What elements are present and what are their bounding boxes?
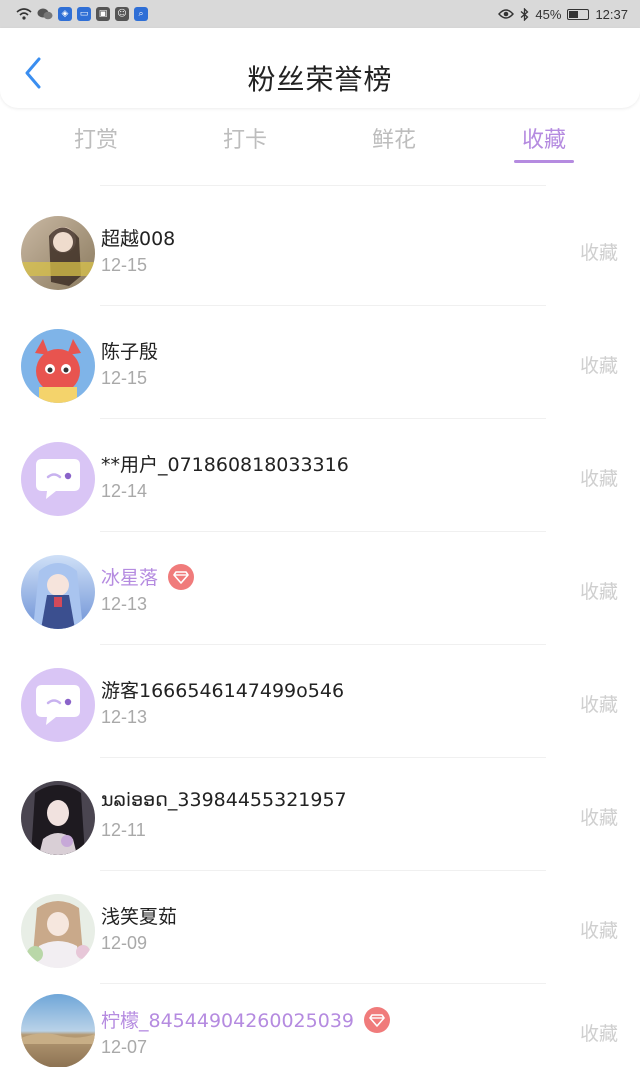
fan-name: 超越008 [101,228,176,250]
fan-date: 12-14 [101,481,148,501]
fan-action-label: 收藏 [579,1023,618,1045]
app-icon: ▭ [77,7,91,21]
fan-name: 冰星落 [101,563,195,590]
battery-percent: 45% [535,6,562,22]
tab-tips[interactable]: 打赏 [46,122,146,154]
default-chat-avatar-icon [36,459,80,499]
battery-icon [567,8,590,20]
avatar[interactable] [21,781,95,855]
list-item[interactable]: 游客1666546147499o546 12-13 收藏 [0,645,640,758]
fan-action-label: 收藏 [579,920,618,942]
fan-name-text: 冰星落 [101,567,159,589]
avatar[interactable] [21,216,95,290]
status-bar-system: 45% 12:37 [498,7,628,22]
avatar[interactable] [21,894,95,968]
fan-action-label: 收藏 [579,355,618,377]
list-item[interactable]: 浅笑夏茹 12-09 收藏 [0,871,640,984]
app-icon: ▣ [96,7,110,21]
search-app-icon: ⌕ [134,7,148,21]
fan-name: ນລiອອດ_33984455321957 [101,789,347,811]
diamond-badge-icon [364,1006,391,1033]
fan-action-label: 收藏 [579,807,618,829]
avatar[interactable] [21,668,95,742]
fan-date: 12-11 [101,820,146,840]
fan-date: 12-07 [101,1037,148,1057]
list-item[interactable]: ນລiອອດ_33984455321957 12-11 收藏 [0,758,640,871]
fan-date: 12-15 [101,255,148,275]
avatar[interactable] [21,994,95,1067]
fan-date: 12-13 [101,707,148,727]
tab-favorites[interactable]: 收藏 [494,122,594,163]
fan-name: 陈子殷 [101,341,159,363]
tab-checkin[interactable]: 打卡 [195,122,295,154]
fan-name: **用户_071860818033316 [101,454,349,476]
app-icon: ☺ [115,7,129,21]
active-tab-indicator [514,160,574,163]
fan-name: 游客1666546147499o546 [101,680,345,702]
list-item[interactable]: **用户_071860818033316 12-14 收藏 [0,419,640,532]
fan-name-text: 柠檬_84544904260025039 [101,1010,355,1032]
app-header: 粉丝荣誉榜 [0,28,640,108]
fan-action-label: 收藏 [579,694,618,716]
fan-action-label: 收藏 [579,242,618,264]
fan-action-label: 收藏 [579,581,618,603]
divider [100,185,546,186]
app-icon: ◈ [58,7,72,21]
status-bar-notifications: ◈ ▭ ▣ ☺ ⌕ [16,7,148,21]
fan-action-label: 收藏 [579,468,618,490]
avatar[interactable] [21,555,95,629]
avatar[interactable] [21,329,95,403]
avatar[interactable] [21,442,95,516]
diamond-badge-icon [168,563,195,590]
list-item[interactable]: 柠檬_84544904260025039 12-07 收藏 [0,984,640,1067]
tab-bar: 打赏 打卡 鲜花 收藏 [0,112,640,168]
status-bar: ◈ ▭ ▣ ☺ ⌕ 45% 12:37 [0,0,640,28]
fan-date: 12-13 [101,594,148,614]
status-time: 12:37 [595,6,628,22]
fan-name: 柠檬_84544904260025039 [101,1006,391,1033]
list-item[interactable]: 冰星落 12-13 收藏 [0,532,640,645]
page-title: 粉丝荣誉榜 [247,63,393,96]
bluetooth-icon [521,7,529,21]
default-chat-avatar-icon [36,685,80,725]
tab-favorites-label: 收藏 [521,128,566,153]
fan-date: 12-09 [101,933,148,953]
eye-icon [498,9,515,19]
wifi-icon [16,8,32,20]
fan-name: 浅笑夏茹 [101,906,178,928]
fan-date: 12-15 [101,368,148,388]
list-item[interactable]: 超越008 12-15 收藏 [0,193,640,306]
tab-flowers[interactable]: 鲜花 [344,122,444,154]
wechat-icon [37,8,53,20]
list-item[interactable]: 陈子殷 12-15 收藏 [0,306,640,419]
